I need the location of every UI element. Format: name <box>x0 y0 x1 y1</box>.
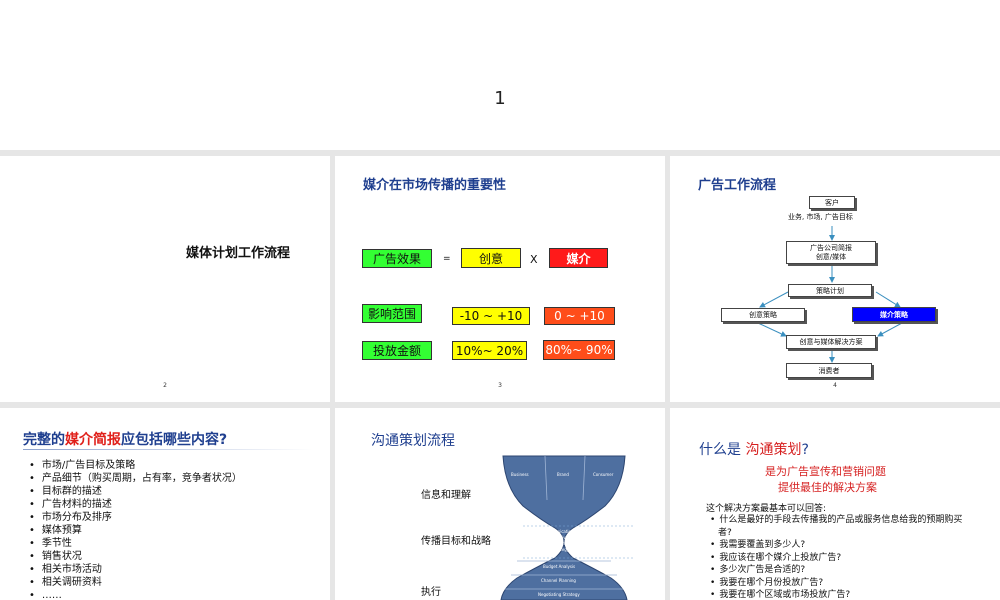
title-highlight: 媒介简报 <box>65 432 121 448</box>
list-item: 广告材料的描述 <box>29 498 242 511</box>
intro-text: 这个解决方案最基本可以回答: <box>706 504 827 514</box>
list-item: …… <box>29 589 242 600</box>
hourglass-diagram <box>500 455 635 600</box>
slide-6: 沟通策划流程 信息和理解 传播目标和战略 执行 Business Brand C… <box>335 408 665 600</box>
agency-brief-line1: 广告公司简报 <box>810 243 852 252</box>
list-item: 多少次广告是合适的? <box>710 564 972 577</box>
list-item: 相关市场活动 <box>29 563 242 576</box>
creative-box: 创意 <box>461 248 521 268</box>
equals-sign: = <box>443 254 451 264</box>
slide-1: 1 <box>0 0 1000 150</box>
client-box: 客户 <box>809 196 855 209</box>
creative-strategy-box: 创意策略 <box>721 308 805 322</box>
brief-list: 市场/广告目标及策略 产品细节（购买周期，占有率，竞争者状况） 目标群的描述 广… <box>29 459 242 600</box>
col-brand: Brand <box>557 472 569 477</box>
slide-4: 广告工作流程 客户 业务, 市场, 广告目标 广告公司简报 创意/媒体 策略计划… <box>670 156 1000 402</box>
list-item: 销售状况 <box>29 550 242 563</box>
list-item: 我应该在哪个媒介上投放广告? <box>710 552 972 565</box>
list-item: 目标群的描述 <box>29 485 242 498</box>
list-item: 产品细节（购买周期，占有率，竞争者状况） <box>29 472 242 485</box>
list-item: 媒体预算 <box>29 524 242 537</box>
slide-title: 媒介在市场传播的重要性 <box>363 178 507 193</box>
band-budget: Budget Analysis <box>543 564 576 569</box>
mid-line4: Strategy <box>552 547 570 552</box>
mid-line3: and <box>560 541 568 546</box>
media-range-box: 0 ~ +10 <box>544 307 615 325</box>
slide-2: 媒体计划工作流程 2 <box>0 156 330 402</box>
media-spend-box: 80%~ 90% <box>543 340 615 360</box>
ad-effect-box: 广告效果 <box>362 249 432 268</box>
col-business: Business <box>511 472 529 477</box>
page-number: 4 <box>833 382 837 389</box>
agency-brief-box: 广告公司简报 创意/媒体 <box>786 241 876 264</box>
title-highlight: 沟通策划 <box>745 442 802 458</box>
list-item: 市场/广告目标及策略 <box>29 459 242 472</box>
list-item: 相关调研资料 <box>29 576 242 589</box>
reach-label-box: 影响范围 <box>362 304 422 323</box>
list-item: 我要在哪个区域或市场投放广告? <box>710 589 972 600</box>
list-item: 市场分布及排序 <box>29 511 242 524</box>
list-item: 我需要覆盖到多少人? <box>710 539 972 552</box>
strategy-plan-box: 策略计划 <box>788 284 872 297</box>
slide-title: 什么是 沟通策划? <box>699 439 809 459</box>
page-number: 2 <box>163 382 167 389</box>
spend-label-box: 投放金额 <box>362 341 432 360</box>
mid-line2: Objectives <box>549 535 571 540</box>
slide-5: 完整的媒介简报应包括哪些内容? 市场/广告目标及策略 产品细节（购买周期，占有率… <box>0 408 330 600</box>
slide-3: 媒介在市场传播的重要性 广告效果 = 创意 X 媒介 影响范围 -10 ~ +1… <box>335 156 665 402</box>
times-sign: X <box>530 253 538 266</box>
list-item: 季节性 <box>29 537 242 550</box>
band-channel: Channel Planning <box>541 578 576 583</box>
media-box: 媒介 <box>549 248 608 268</box>
band-negotiating: Negotiating Strategy <box>538 592 580 597</box>
slide-7: 什么是 沟通策划? 是为广告宣传和营销问题 提供最佳的解决方案 这个解决方案最基… <box>670 408 1000 600</box>
creative-range-box: -10 ~ +10 <box>452 307 530 325</box>
slide-number: 1 <box>494 88 506 109</box>
questions-list: 什么是最好的手段去传播我的产品或服务信息给我的预期购买者? 我需要覆盖到多少人?… <box>710 514 972 600</box>
page-number: 3 <box>498 382 502 389</box>
slide-title: 媒体计划工作流程 <box>186 246 291 261</box>
title-suffix: 应包括哪些内容? <box>121 432 228 448</box>
creative-spend-box: 10%~ 20% <box>452 341 527 360</box>
title-prefix: 完整的 <box>23 432 65 448</box>
subtitle-line2: 提供最佳的解决方案 <box>778 481 877 494</box>
agency-brief-line2: 创意/媒体 <box>815 252 847 261</box>
title-underline <box>23 449 313 450</box>
col-consumer: Consumer <box>593 472 614 477</box>
media-strategy-box: 媒介策略 <box>852 307 936 322</box>
list-item: 什么是最好的手段去传播我的产品或服务信息给我的预期购买者? <box>710 514 972 539</box>
solution-box: 创意与媒体解决方案 <box>786 335 876 349</box>
title-suffix: ? <box>801 442 809 458</box>
list-item: 我要在哪个月份投放广告? <box>710 577 972 590</box>
title-prefix: 什么是 <box>699 442 746 458</box>
consumer-box: 消费者 <box>786 363 872 378</box>
slide-title: 完整的媒介简报应包括哪些内容? <box>23 429 227 449</box>
mid-line1: Communications <box>542 529 576 534</box>
client-subtitle: 业务, 市场, 广告目标 <box>788 213 853 221</box>
subtitle-line1: 是为广告宣传和营销问题 <box>765 465 886 478</box>
